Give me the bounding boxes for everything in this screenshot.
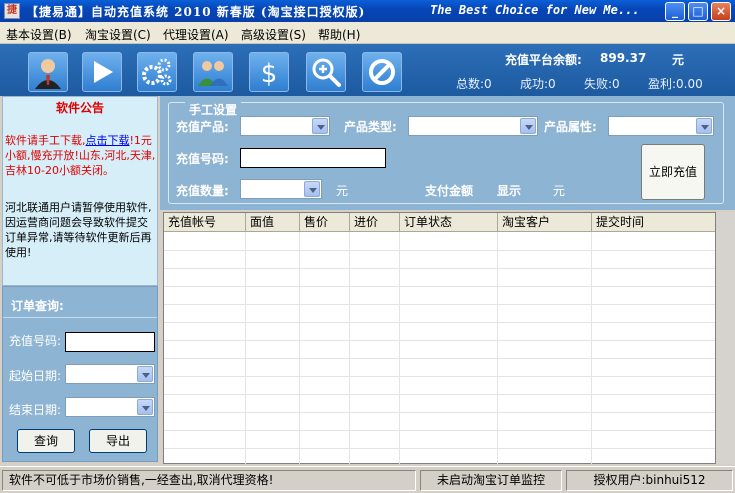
user-icon[interactable] <box>28 52 68 92</box>
column-header-sale-price[interactable]: 售价 <box>300 213 350 232</box>
product-attr-select[interactable] <box>608 116 714 136</box>
grid-row-divider <box>164 340 715 341</box>
grid-row-divider <box>164 448 715 449</box>
column-header-submit-time[interactable]: 提交时间 <box>592 213 715 232</box>
query-number-input[interactable] <box>65 332 155 352</box>
grid-row-divider <box>164 430 715 431</box>
recharge-now-button[interactable]: 立即充值 <box>641 144 705 200</box>
recharge-number-label: 充值号码: <box>176 152 229 166</box>
column-header-cost-price[interactable]: 进价 <box>350 213 400 232</box>
maximize-button[interactable]: □ <box>688 2 708 21</box>
balance-unit: 元 <box>672 53 685 67</box>
window-title: 【捷易通】自动充值系统 2010 新春版 (淘宝接口授权版) <box>26 5 366 19</box>
status-warning: 软件不可低于市场价销售,一经查出,取消代理资格! <box>2 470 416 491</box>
chevron-down-icon[interactable] <box>520 118 536 134</box>
notice-message-part1: 软件请手工下载, <box>5 134 86 147</box>
stat-fail: 失败:0 <box>584 77 620 91</box>
play-icon[interactable] <box>82 52 122 92</box>
status-authorized-user: 授权用户:binhui512 <box>566 470 733 491</box>
start-date-label: 起始日期: <box>9 369 62 383</box>
download-link[interactable]: 点击下载 <box>86 134 130 147</box>
title-bar: 捷 【捷易通】自动充值系统 2010 新春版 (淘宝接口授权版) The Bes… <box>0 0 735 22</box>
grid-row-divider <box>164 358 715 359</box>
product-select[interactable] <box>240 116 330 136</box>
end-date-label: 结束日期: <box>9 403 62 417</box>
zoom-icon[interactable] <box>306 52 346 92</box>
app-icon: 捷 <box>4 3 20 19</box>
grid-row-divider <box>164 322 715 323</box>
column-header-face-value[interactable]: 面值 <box>246 213 300 232</box>
status-bar: 软件不可低于市场价销售,一经查出,取消代理资格! 未启动淘宝订单监控 授权用户:… <box>0 466 735 493</box>
stat-total: 总数:0 <box>456 77 492 91</box>
column-header-taobao-customer[interactable]: 淘宝客户 <box>498 213 592 232</box>
menu-taobao-settings[interactable]: 淘宝设置(C) <box>85 26 151 43</box>
pay-amount-unit: 元 <box>553 184 566 198</box>
menu-help[interactable]: 帮助(H) <box>318 26 360 43</box>
manual-settings-legend: 手工设置 <box>185 101 242 118</box>
gears-icon[interactable] <box>137 52 177 92</box>
end-date-select[interactable] <box>65 397 155 417</box>
balance-label: 充值平台余额: <box>505 53 582 67</box>
toolbar: $ 充值平台余额: 899.37 元 <box>0 44 735 96</box>
notice-title: 软件公告 <box>55 101 104 115</box>
query-number-label: 充值号码: <box>9 334 62 348</box>
grid-row-divider <box>164 250 715 251</box>
column-header-account[interactable]: 充值帐号 <box>164 213 246 232</box>
pay-amount-value: 显示 <box>497 184 522 198</box>
menu-agent-settings[interactable]: 代理设置(A) <box>163 26 229 43</box>
start-date-select[interactable] <box>65 364 155 384</box>
recharge-number-input[interactable] <box>240 148 386 168</box>
close-button[interactable]: × <box>711 2 731 21</box>
chevron-down-icon[interactable] <box>696 118 712 134</box>
stat-success: 成功:0 <box>520 77 556 91</box>
grid-row-divider <box>164 376 715 377</box>
recharge-qty-label: 充值数量: <box>176 184 229 198</box>
product-type-label: 产品类型: <box>344 120 397 134</box>
recharge-qty-select[interactable] <box>240 179 322 199</box>
product-label: 充值产品: <box>176 120 229 134</box>
menu-advanced-settings[interactable]: 高级设置(S) <box>241 26 306 43</box>
product-type-select[interactable] <box>408 116 538 136</box>
chevron-down-icon[interactable] <box>137 366 153 382</box>
order-query-panel: 订单查询: 充值号码: 起始日期: 结束日期: 查询 导出 <box>2 286 158 462</box>
grid-scroll-area[interactable] <box>716 212 735 464</box>
orders-grid[interactable]: 充值帐号 面值 售价 进价 订单状态 淘宝客户 提交时间 <box>163 212 716 464</box>
window-slogan: The Best Choice for New Me... <box>430 3 640 17</box>
menu-bar: 基本设置(B) 淘宝设置(C) 代理设置(A) 高级设置(S) 帮助(H) <box>0 22 735 44</box>
status-taobao-monitor: 未启动淘宝订单监控 <box>420 470 562 491</box>
recharge-qty-unit: 元 <box>336 184 349 198</box>
notice-message: 软件请手工下载,点击下载!1元小额,慢充开放!山东,河北,天津,吉林10-20小… <box>5 133 157 178</box>
notice-message-second: 河北联通用户请暂停使用软件,因运营商问题会导致软件提交订单异常,请等待软件更新后… <box>5 201 152 259</box>
query-button[interactable]: 查询 <box>17 429 75 453</box>
export-button[interactable]: 导出 <box>89 429 147 453</box>
chevron-down-icon[interactable] <box>137 399 153 415</box>
product-attr-label: 产品属性: <box>544 120 597 134</box>
software-notice-panel: 软件公告 软件请手工下载,点击下载!1元小额,慢充开放!山东,河北,天津,吉林1… <box>2 96 158 286</box>
grid-row-divider <box>164 412 715 413</box>
manual-settings-panel: 手工设置 充值产品: 产品类型: 产品属性: 充值号码: 充值数量: 元 支付金… <box>160 96 735 210</box>
grid-row-divider <box>164 394 715 395</box>
stat-profit: 盈利:0.00 <box>648 77 703 91</box>
column-header-order-status[interactable]: 订单状态 <box>400 213 498 232</box>
svg-text:$: $ <box>261 59 278 89</box>
users-icon[interactable] <box>193 52 233 92</box>
dollar-icon[interactable]: $ <box>249 52 289 92</box>
menu-basic-settings[interactable]: 基本设置(B) <box>6 26 72 43</box>
order-query-divider <box>3 317 157 318</box>
chevron-down-icon[interactable] <box>304 181 320 197</box>
order-query-title: 订单查询: <box>11 299 64 313</box>
chevron-down-icon[interactable] <box>312 118 328 134</box>
forbidden-icon[interactable] <box>362 52 402 92</box>
pay-amount-label: 支付金额 <box>425 184 474 198</box>
balance-value: 899.37 <box>600 51 647 65</box>
grid-row-divider <box>164 304 715 305</box>
grid-row-divider <box>164 286 715 287</box>
grid-row-divider <box>164 268 715 269</box>
minimize-button[interactable]: _ <box>665 2 685 21</box>
